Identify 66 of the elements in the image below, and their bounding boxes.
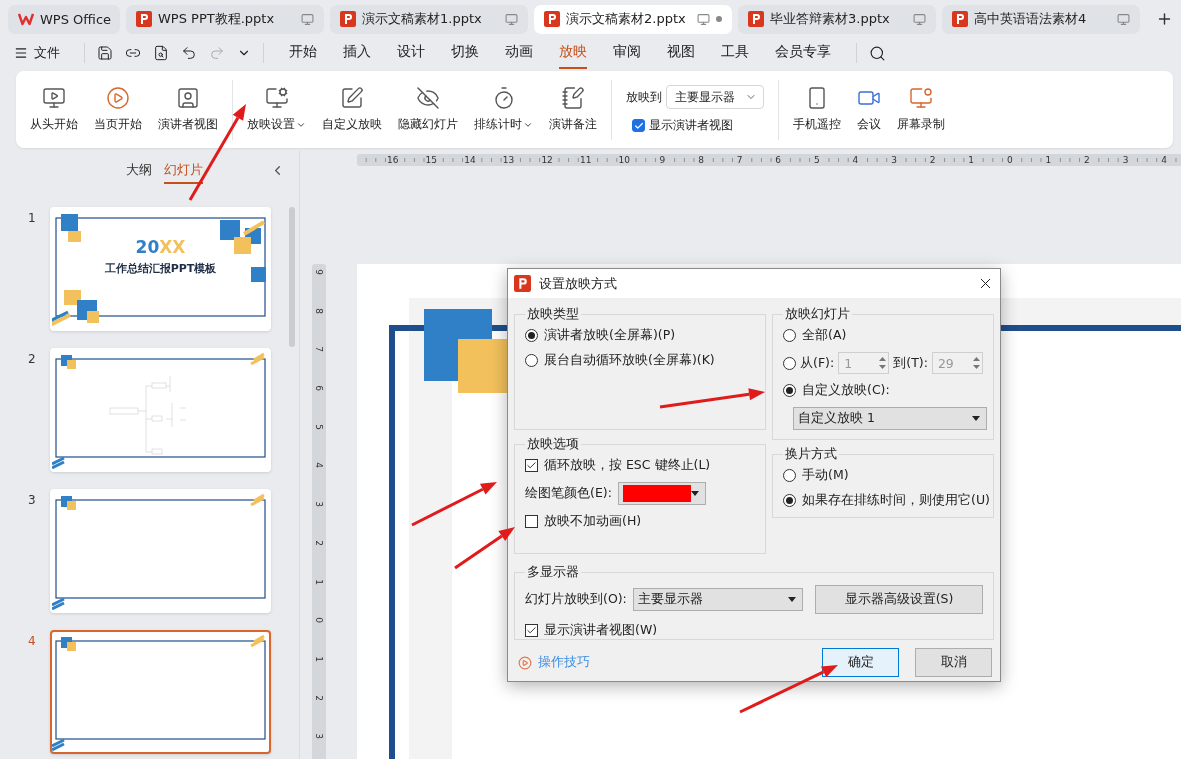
ribbon-tab[interactable]: 插入 [343, 37, 371, 69]
slide-number: 4 [28, 633, 36, 650]
vertical-ruler: 9 8 7 6 5 4 3 2 1 0 1 2 3 [312, 264, 326, 759]
show-to-label: 放映到 [626, 88, 662, 106]
ribbon-button[interactable]: 演讲备注 [545, 82, 601, 137]
dialog-button[interactable]: 确定 [822, 648, 899, 677]
ribbon-tab[interactable]: 放映 [559, 37, 587, 69]
slide-number: 3 [28, 492, 36, 509]
ribbon-button[interactable]: 放映设置 [243, 82, 310, 137]
monitor-select[interactable]: 主要显示器 [632, 588, 803, 611]
option-label: 显示演讲者视图(W) [544, 622, 658, 639]
document-tab[interactable]: 演示文稿素材1.pptx [330, 4, 528, 34]
option-label: 幻灯片放映到(O): [525, 591, 627, 608]
group-label: 换片方式 [784, 446, 838, 463]
panel-tab[interactable]: 大纲 [126, 158, 152, 184]
ribbon-button[interactable]: 演讲者视图 [154, 82, 222, 137]
ribbon-button[interactable]: 当页开始 [90, 82, 146, 137]
pen-color-label: 绘图笔颜色(E): [525, 485, 612, 502]
panel-tab[interactable]: 幻灯片 [164, 158, 203, 184]
option-label: 展台自动循环放映(全屏幕)(K) [544, 352, 715, 369]
slide-thumbnail[interactable]: 20XX 工作总结汇报PPT模板 [50, 207, 271, 331]
ribbon-tab[interactable]: 会员专享 [775, 37, 831, 69]
ribbon-tab[interactable]: 视图 [667, 37, 695, 69]
ribbon-button[interactable]: 会议 [853, 82, 885, 137]
ribbon-tab[interactable]: 审阅 [613, 37, 641, 69]
document-tab[interactable]: WPS Office [8, 4, 120, 34]
option-label: 到(T): [893, 354, 928, 372]
document-tab[interactable]: 高中英语语法素材4 [942, 4, 1140, 34]
document-tab[interactable]: WPS PPT教程.pptx [126, 4, 324, 34]
document-tab[interactable]: 演示文稿素材2.pptx [534, 4, 732, 34]
ribbon-tab[interactable]: 切换 [451, 37, 479, 69]
slide-title: 工作总结汇报PPT模板 [104, 261, 217, 276]
option-label: 如果存在排练时间，则使用它(U) [802, 492, 990, 509]
group-label: 多显示器 [526, 564, 580, 581]
ribbon-button[interactable]: 排练计时 [470, 82, 537, 137]
option-label: 演讲者放映(全屏幕)(P) [544, 327, 676, 344]
option-label: 手动(M) [802, 467, 849, 484]
ribbon-button[interactable]: 自定义放映 [318, 82, 386, 137]
option-label: 放映不加动画(H) [544, 513, 642, 530]
monitor-select[interactable]: 主要显示器 [666, 85, 764, 109]
group-label: 放映幻灯片 [784, 306, 851, 323]
ribbon-button[interactable]: 屏幕录制 [893, 82, 949, 137]
document-tab[interactable]: 毕业答辩素材3.pptx [738, 4, 936, 34]
ribbon-button[interactable]: 从头开始 [26, 82, 82, 137]
option-label: 循环放映，按 ESC 键终止(L) [544, 457, 711, 474]
dialog-title: 设置放映方式 [539, 274, 618, 293]
option-label: 自定义放映(C): [802, 382, 890, 399]
ribbon-tab[interactable]: 工具 [721, 37, 749, 69]
ribbon-button[interactable]: 隐藏幻灯片 [394, 82, 462, 137]
advanced-settings-button[interactable]: 显示器高级设置(S) [814, 585, 983, 614]
horizontal-ruler: 16 15 14 13 12 11 10 9 8 7 6 5 4 3 2 1 0 1 2 3 4 [357, 154, 1181, 166]
group-label: 放映类型 [526, 306, 580, 323]
group-label: 放映选项 [526, 436, 580, 453]
slide-number: 2 [28, 351, 36, 368]
ribbon-tab[interactable]: 动画 [505, 37, 533, 69]
slide-heading: 20XX [135, 237, 186, 257]
dialog-button[interactable]: 取消 [915, 648, 992, 677]
file-menu[interactable]: 文件 [34, 44, 60, 62]
slide-number: 1 [28, 210, 36, 227]
presenter-view-label: 显示演讲者视图 [649, 117, 733, 134]
custom-show-select[interactable]: 自定义放映 1 [793, 407, 987, 430]
ribbon-tab[interactable]: 开始 [289, 37, 317, 69]
ribbon-tab[interactable]: 设计 [397, 37, 425, 69]
option-label: 全部(A) [802, 327, 847, 344]
ribbon-button[interactable]: 手机遥控 [789, 82, 845, 137]
option-label: 从(F): [800, 354, 835, 372]
